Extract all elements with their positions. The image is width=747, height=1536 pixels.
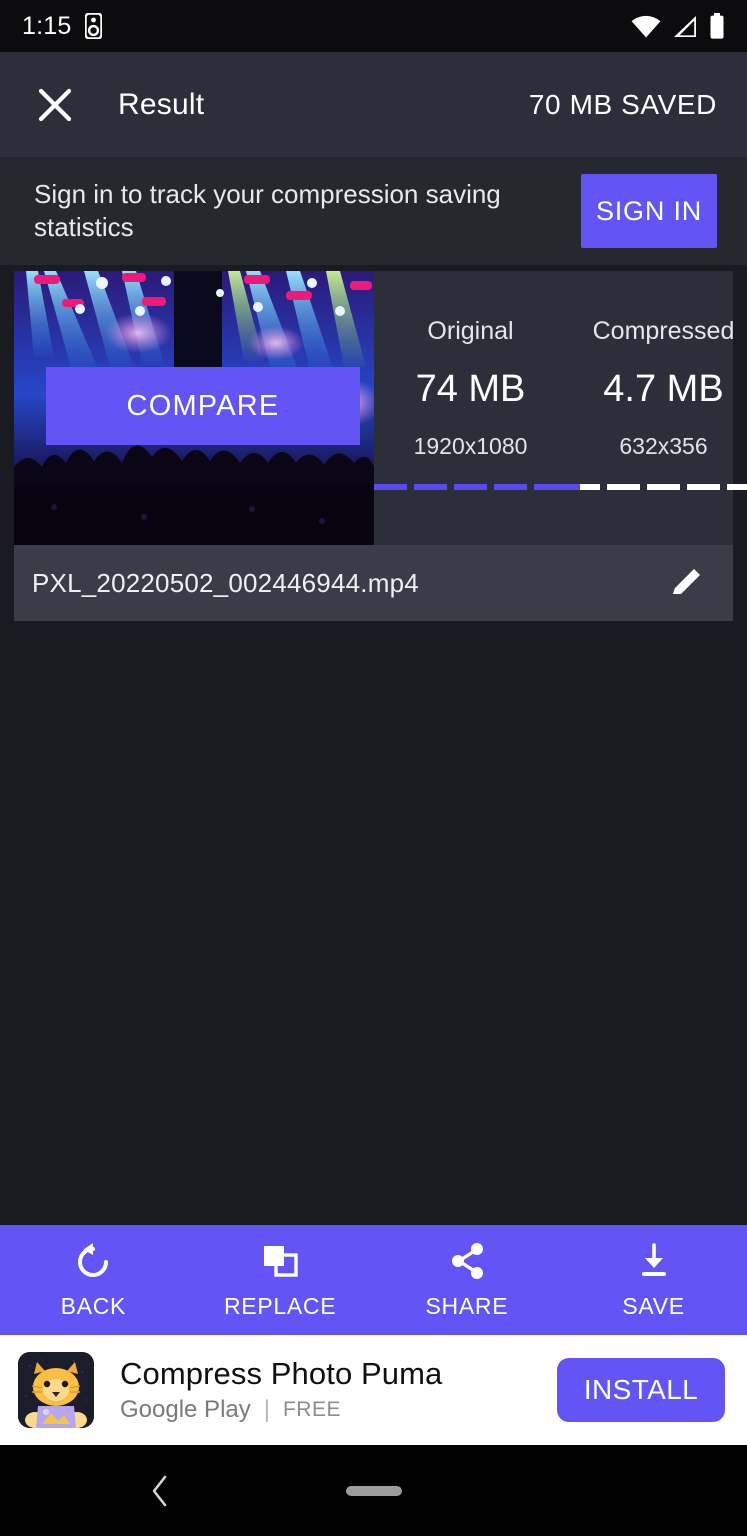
download-icon — [634, 1241, 674, 1281]
wifi-icon — [631, 15, 661, 38]
original-size: 74 MB — [415, 368, 526, 410]
compressed-size-meter — [567, 484, 747, 490]
original-label: Original — [427, 317, 514, 345]
chevron-left-icon[interactable] — [148, 1474, 172, 1508]
ad-banner[interactable]: Compress Photo Puma Google Play | FREE I… — [0, 1335, 747, 1445]
ad-price-label: FREE — [282, 1398, 341, 1421]
replace-button-label: REPLACE — [223, 1292, 337, 1319]
page-title: Result — [118, 87, 205, 121]
copy-layers-icon — [260, 1241, 300, 1281]
ad-divider: | — [263, 1396, 270, 1423]
close-icon[interactable] — [36, 86, 74, 124]
puma-app-icon — [18, 1352, 94, 1428]
result-card-top: COMPARE Original 74 MB 1920x1080 Compres… — [14, 271, 747, 545]
sign-in-banner: Sign in to track your compression saving… — [0, 157, 747, 265]
undo-rotate-icon — [73, 1241, 113, 1281]
compare-button[interactable]: COMPARE — [46, 367, 360, 445]
save-button-label: SAVE — [622, 1292, 685, 1319]
home-pill-handle[interactable] — [345, 1485, 402, 1496]
speaker-device-icon — [85, 13, 103, 39]
status-bar-left: 1:15 — [22, 11, 103, 41]
video-thumbnail[interactable]: COMPARE — [14, 271, 374, 545]
ad-text-block: Compress Photo Puma Google Play | FREE — [120, 1356, 442, 1424]
filename-row: PXL_20220502_002446944.mp4 — [14, 545, 733, 621]
status-bar: 1:15 — [0, 0, 747, 52]
share-button[interactable]: SHARE — [374, 1241, 561, 1320]
compressed-stats: Compressed 4.7 MB 632x356 — [567, 317, 747, 490]
battery-icon — [709, 13, 725, 39]
ad-app-name: Compress Photo Puma — [120, 1356, 443, 1391]
ad-subtitle: Google Play | FREE — [120, 1396, 442, 1424]
app-bar: Result 70 MB SAVED — [0, 52, 747, 157]
compressed-label: Compressed — [592, 317, 735, 345]
replace-button[interactable]: REPLACE — [187, 1241, 374, 1320]
action-toolbar: BACK REPLACE SHARE SAVE — [0, 1225, 747, 1335]
install-button[interactable]: INSTALL — [557, 1358, 725, 1422]
sign-in-message: Sign in to track your compression saving… — [34, 179, 501, 242]
original-size-meter — [374, 484, 567, 490]
status-bar-clock: 1:15 — [22, 11, 72, 40]
content-spacer — [0, 621, 747, 1225]
original-dimensions: 1920x1080 — [413, 433, 528, 459]
back-button-label: BACK — [60, 1292, 127, 1319]
ad-store-label: Google Play — [120, 1396, 251, 1423]
comparison-stats: Original 74 MB 1920x1080 Compressed 4.7 … — [374, 271, 747, 545]
compressed-dimensions: 632x356 — [619, 433, 708, 459]
original-stats: Original 74 MB 1920x1080 — [374, 317, 567, 490]
phone-screen: 1:15 Result 70 MB SAVED Sign in to track… — [0, 0, 747, 1536]
share-nodes-icon — [447, 1241, 487, 1281]
cellular-signal-icon — [672, 15, 698, 38]
compressed-size: 4.7 MB — [603, 368, 724, 410]
share-button-label: SHARE — [425, 1292, 509, 1319]
pencil-edit-icon[interactable] — [667, 563, 707, 603]
status-bar-right — [631, 13, 725, 39]
saved-amount-label: 70 MB SAVED — [528, 88, 717, 120]
sign-in-button[interactable]: SIGN IN — [581, 174, 717, 248]
result-card: COMPARE Original 74 MB 1920x1080 Compres… — [14, 271, 747, 621]
filename-label: PXL_20220502_002446944.mp4 — [32, 567, 419, 598]
back-button[interactable]: BACK — [0, 1241, 187, 1320]
save-button[interactable]: SAVE — [560, 1241, 747, 1320]
system-nav-bar — [0, 1445, 747, 1536]
